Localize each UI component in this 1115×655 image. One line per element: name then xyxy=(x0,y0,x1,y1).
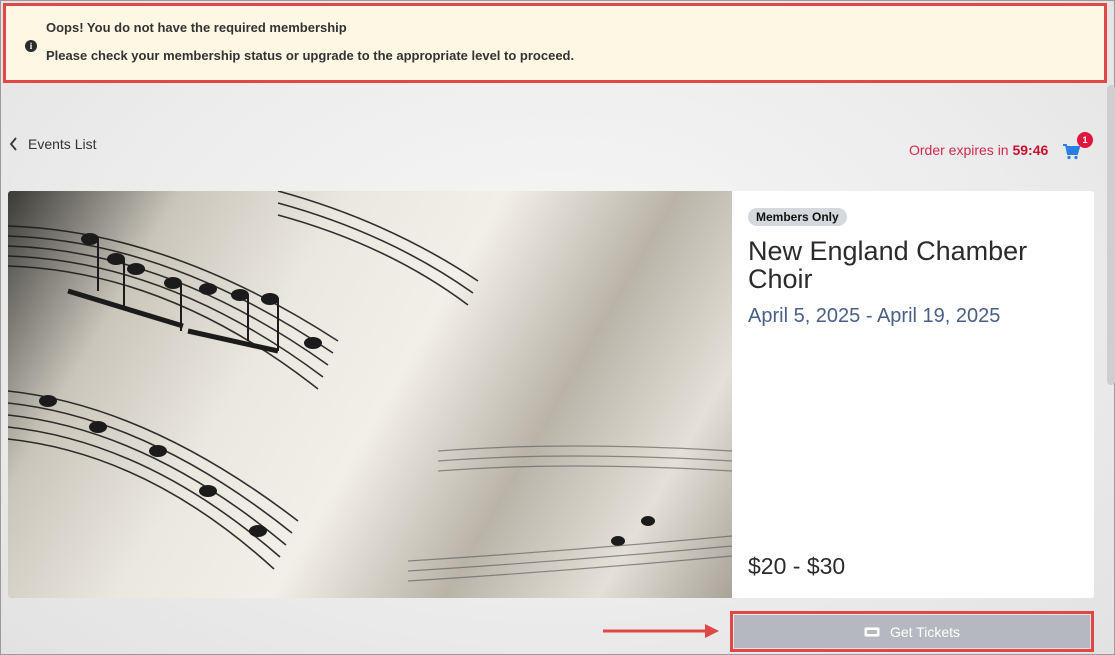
info-icon: i xyxy=(25,40,37,52)
order-expiry: Order expires in 59:46 xyxy=(909,142,1048,158)
back-link-label: Events List xyxy=(28,136,97,152)
event-dates: April 5, 2025 - April 19, 2025 xyxy=(748,305,1001,327)
order-expiry-time: 59:46 xyxy=(1012,142,1049,158)
annotation-arrow xyxy=(603,624,719,638)
get-tickets-label: Get Tickets xyxy=(889,623,961,640)
ticket-icon xyxy=(864,627,880,636)
chevron-left-icon xyxy=(9,137,17,151)
event-title: New England Chamber Choir xyxy=(748,236,1028,294)
get-tickets-button[interactable]: Get Tickets xyxy=(730,611,1094,652)
event-card: Members Only New England Chamber Choir A… xyxy=(8,191,1094,598)
membership-alert: i Oops! You do not have the required mem… xyxy=(3,3,1107,83)
order-expiry-label: Order expires in xyxy=(909,142,1009,158)
page-scrollbar[interactable] xyxy=(1107,85,1115,385)
sheet-music-image xyxy=(8,191,732,598)
events-list-back-link[interactable]: Events List xyxy=(9,135,96,153)
alert-title: Oops! You do not have the required membe… xyxy=(46,20,347,35)
members-only-badge: Members Only xyxy=(748,208,847,226)
alert-message: Please check your membership status or u… xyxy=(46,48,575,63)
event-price: $20 - $30 xyxy=(748,553,846,579)
cart-count-badge: 1 xyxy=(1077,132,1093,148)
